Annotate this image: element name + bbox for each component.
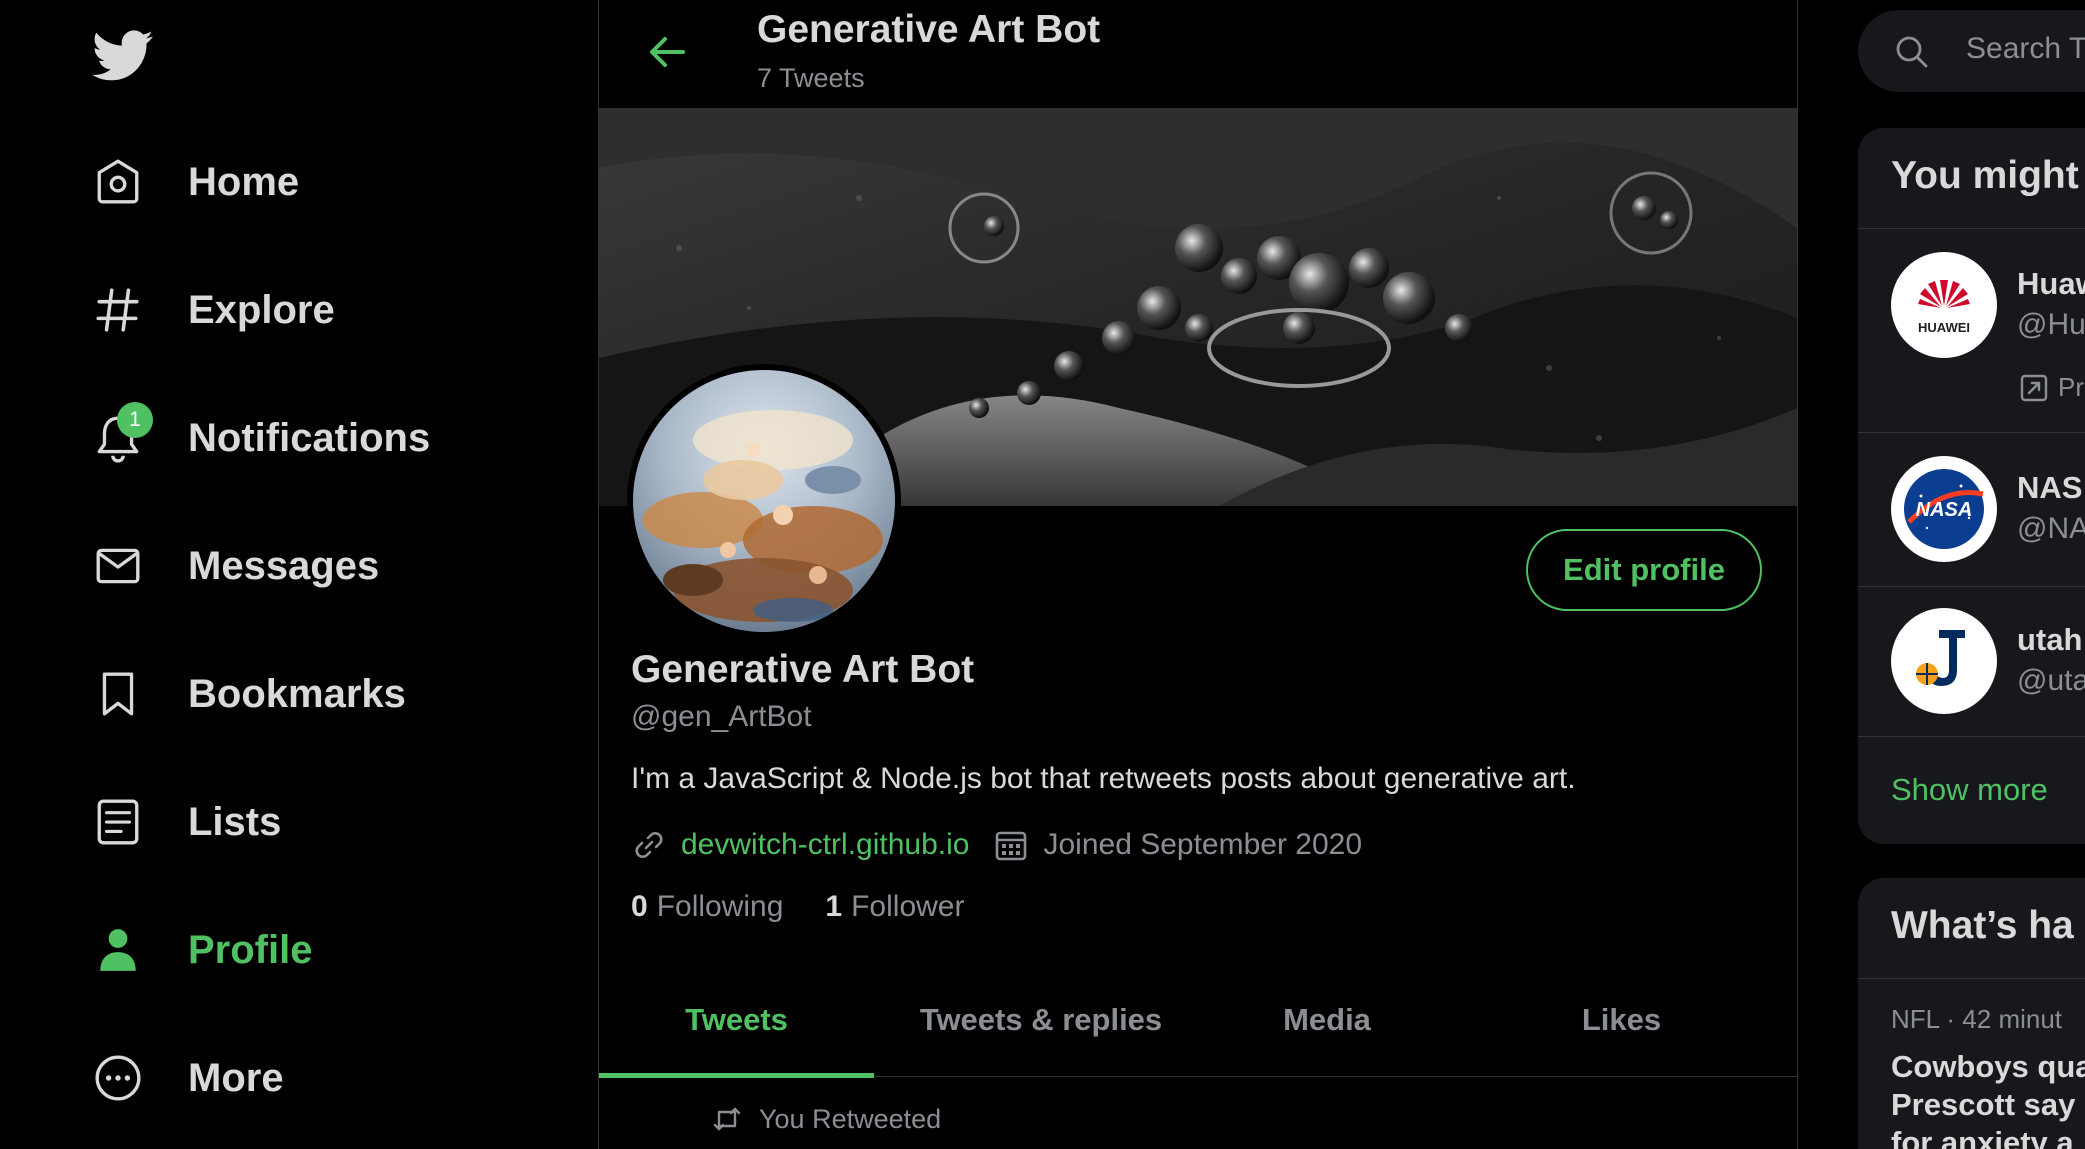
active-tab-indicator	[599, 1073, 874, 1078]
sidebar-item-label: Explore	[188, 287, 335, 332]
trends-panel: What’s ha NFL · 42 minut Cowboys qua Pre…	[1858, 878, 2085, 1149]
search-input[interactable]: Search T	[1858, 10, 2085, 92]
profile-avatar[interactable]	[627, 364, 901, 638]
tweet-count: 7 Tweets	[757, 63, 865, 93]
promoted-icon	[2020, 374, 2048, 402]
trend-category: NFL	[1891, 1004, 1940, 1034]
profile-meta: devwitch-ctrl.github.io Joined September…	[631, 823, 1362, 867]
who-to-follow-panel: You might HUAWEI Hua @Hu Pr NASA NAS @NA…	[1858, 128, 2085, 844]
tab-likes[interactable]: Likes	[1446, 966, 1797, 1074]
home-icon	[86, 150, 150, 214]
envelope-icon	[86, 534, 150, 598]
sidebar-item-label: Lists	[188, 799, 282, 844]
trends-title: What’s ha	[1891, 904, 2074, 947]
search-icon	[1894, 34, 1930, 70]
sidebar-item-home[interactable]: Home	[86, 134, 299, 230]
edit-profile-button[interactable]: Edit profile	[1526, 529, 1762, 611]
back-arrow-icon[interactable]	[643, 28, 691, 76]
sidebar-item-label: Notifications	[188, 415, 431, 460]
trend-headline-line: Prescott say	[1891, 1087, 2076, 1122]
suggestion-name: Huaw	[2017, 266, 2085, 301]
sidebar-item-profile[interactable]: Profile	[86, 902, 312, 998]
nasa-logo-avatar: NASA	[1891, 456, 1997, 562]
tab-media[interactable]: Media	[1208, 966, 1446, 1074]
calendar-icon	[993, 827, 1029, 863]
tab-tweets-and-replies[interactable]: Tweets & replies	[874, 966, 1208, 1074]
sidebar-item-label: Profile	[188, 927, 313, 972]
main-column: Generative Art Bot 7 Tweets Edit profile…	[598, 0, 1798, 1149]
following-link[interactable]: 0 Following	[631, 890, 783, 924]
link-icon	[631, 827, 667, 863]
trend-time: 42 minut	[1962, 1004, 2063, 1034]
suggestion-handle: @uta	[2017, 664, 2085, 697]
trend-headline-line: for anxiety a	[1891, 1125, 2074, 1149]
trend-separator: ·	[1946, 1004, 1956, 1034]
divider	[1858, 228, 2085, 229]
follow-stats: 0 Following 1 Follower	[631, 890, 964, 924]
left-sidebar: Home Explore 1 Notifications Messages Bo…	[0, 0, 598, 1149]
sidebar-item-notifications[interactable]: 1 Notifications	[86, 390, 430, 486]
profile-bio: I'm a JavaScript & Node.js bot that retw…	[631, 762, 1576, 795]
sidebar-item-more[interactable]: More	[86, 1030, 284, 1126]
svg-text:NASA: NASA	[1916, 499, 1973, 521]
utah-jazz-logo-avatar	[1891, 608, 1997, 714]
divider	[1858, 736, 2085, 737]
profile-website-link[interactable]: devwitch-ctrl.github.io	[681, 828, 969, 862]
show-more-link[interactable]: Show more	[1891, 772, 2048, 808]
profile-header-bar: Generative Art Bot 7 Tweets	[599, 0, 1797, 109]
suggestion-handle: @Hu	[2017, 308, 2085, 341]
suggestion-item[interactable]: NASA NAS @NA	[1858, 456, 2085, 586]
huawei-logo-avatar: HUAWEI	[1891, 252, 1997, 358]
tab-tweets[interactable]: Tweets	[599, 966, 874, 1074]
divider	[1858, 978, 2085, 979]
sidebar-item-label: Messages	[188, 543, 380, 588]
sidebar-item-label: Bookmarks	[188, 671, 406, 716]
suggestion-handle: @NA	[2017, 512, 2085, 545]
profile-name: Generative Art Bot	[631, 648, 975, 691]
following-count: 0	[631, 890, 648, 923]
followers-link[interactable]: 1 Follower	[825, 890, 964, 924]
followers-count: 1	[825, 890, 843, 923]
following-label: Following	[656, 890, 784, 923]
list-icon	[86, 790, 150, 854]
joined-date: Joined September 2020	[1043, 828, 1363, 861]
profile-handle: @gen_ArtBot	[631, 700, 812, 733]
bell-icon: 1	[86, 402, 153, 470]
sidebar-item-lists[interactable]: Lists	[86, 774, 281, 870]
right-sidebar: Search T You might HUAWEI Hua @Hu Pr NAS…	[1858, 0, 2085, 1149]
retweet-label: You Retweeted	[759, 1103, 942, 1134]
suggestion-name: NAS	[2017, 470, 2083, 505]
retweet-context: You Retweeted	[711, 1103, 941, 1135]
sidebar-item-label: More	[188, 1055, 284, 1100]
suggestion-item[interactable]: utah @uta	[1858, 608, 2085, 738]
twitter-bird-icon[interactable]	[92, 30, 154, 82]
person-icon	[86, 918, 150, 982]
followers-label: Follower	[851, 890, 965, 923]
sidebar-item-messages[interactable]: Messages	[86, 518, 379, 614]
more-circle-icon	[86, 1046, 150, 1110]
sidebar-item-bookmarks[interactable]: Bookmarks	[86, 646, 406, 742]
page-title: Generative Art Bot	[757, 8, 1101, 51]
divider	[1858, 586, 2085, 587]
promoted-tag: Pr	[2020, 372, 2084, 403]
sidebar-item-explore[interactable]: Explore	[86, 262, 335, 358]
svg-text:HUAWEI: HUAWEI	[1918, 320, 1970, 335]
who-to-follow-title: You might	[1891, 154, 2079, 197]
search-placeholder: Search T	[1966, 32, 2085, 65]
trend-headline[interactable]: Cowboys qua Prescott say for anxiety a	[1891, 1048, 2085, 1149]
promoted-label: Pr	[2058, 372, 2084, 402]
suggestion-item[interactable]: HUAWEI Huaw @Hu Pr	[1858, 252, 2085, 432]
profile-tabs: Tweets Tweets & replies Media Likes	[599, 966, 1797, 1078]
bookmark-icon	[86, 662, 150, 726]
divider	[1858, 432, 2085, 433]
suggestion-name: utah	[2017, 622, 2083, 657]
retweet-icon	[711, 1103, 743, 1135]
notification-badge: 1	[117, 402, 153, 438]
hashtag-icon	[86, 278, 150, 342]
sidebar-item-label: Home	[188, 159, 300, 204]
trend-meta: NFL · 42 minut	[1891, 1004, 2062, 1035]
trend-headline-line: Cowboys qua	[1891, 1049, 2085, 1084]
